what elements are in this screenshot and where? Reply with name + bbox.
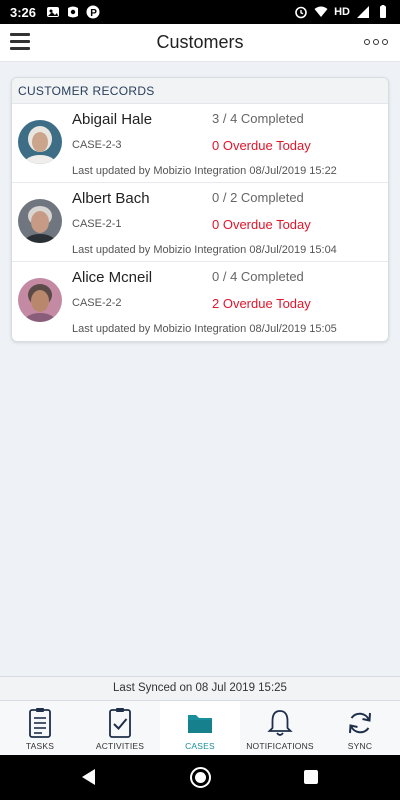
status-time: 3:26 [10,4,37,20]
sync-icon [349,712,371,734]
completion-status: 0 / 4 Completed [212,269,304,284]
card-header: CUSTOMER RECORDS [12,78,388,104]
bottom-tab-bar: TASKS ACTIVITIES CASES NOTIFICATIONS SYN… [0,700,400,755]
status-system-icons: HD [294,5,390,19]
status-notification-icons: P [46,5,100,19]
app-badge-icon [68,6,79,18]
tab-label: TASKS [25,741,55,751]
tab-label: ACTIVITIES [95,741,145,751]
completion-status: 3 / 4 Completed [212,111,304,126]
hamburger-menu-icon[interactable] [10,33,30,51]
customer-name: Alice Mcneil [72,269,153,286]
clipboard-list-icon [29,708,51,738]
last-updated-text: Last updated by Mobizio Integration 08/J… [72,244,337,256]
customer-record[interactable]: Abigail Hale CASE-2-3 3 / 4 Completed 0 … [12,104,388,183]
network-type: HD [334,6,350,18]
recent-apps-icon[interactable] [304,770,318,784]
clipboard-check-icon [109,708,131,738]
last-updated-text: Last updated by Mobizio Integration 08/J… [72,323,337,335]
tab-label: SYNC [347,741,373,751]
customer-name: Abigail Hale [72,111,153,128]
customer-records-card: CUSTOMER RECORDS Abigail Hale CASE-2-3 3… [11,77,389,342]
avatar [18,278,62,322]
last-synced-bar: Last Synced on 08 Jul 2019 15:25 [0,676,400,700]
tab-label: NOTIFICATIONS [246,741,314,751]
case-id: CASE-2-3 [72,139,122,151]
svg-text:P: P [90,8,97,19]
customer-record[interactable]: Alice Mcneil CASE-2-2 0 / 4 Completed 2 … [12,262,388,341]
overdue-count: 0 Overdue Today [212,217,311,232]
customer-name: Albert Bach [72,190,150,207]
page-title: Customers [156,32,244,52]
more-options-icon[interactable] [364,36,390,48]
tab-activities[interactable]: ACTIVITIES [80,701,160,755]
overdue-count: 2 Overdue Today [212,296,311,311]
folder-icon [188,715,212,733]
bell-icon [267,710,293,736]
case-id: CASE-2-2 [72,297,122,309]
tab-sync[interactable]: SYNC [320,701,400,755]
home-icon[interactable] [190,767,211,788]
status-bar: 3:26 P HD [0,0,400,24]
tab-cases[interactable]: CASES [160,701,240,755]
case-id: CASE-2-1 [72,218,122,230]
avatar [18,199,62,243]
customer-record[interactable]: Albert Bach CASE-2-1 0 / 2 Completed 0 O… [12,183,388,262]
last-updated-text: Last updated by Mobizio Integration 08/J… [72,165,337,177]
tab-tasks[interactable]: TASKS [0,701,80,755]
battery-icon [380,5,386,18]
wifi-icon [314,6,328,17]
app-bar: Customers [0,24,400,62]
tab-notifications[interactable]: NOTIFICATIONS [240,701,320,755]
parking-icon: P [86,5,100,19]
alarm-icon [295,6,307,19]
completion-status: 0 / 2 Completed [212,190,304,205]
overdue-count: 0 Overdue Today [212,138,311,153]
tab-label: CASES [185,741,215,751]
back-icon[interactable] [82,769,95,785]
signal-icon [357,6,369,18]
avatar [18,120,62,164]
photo-icon [47,7,60,17]
system-nav-bar [0,755,400,800]
